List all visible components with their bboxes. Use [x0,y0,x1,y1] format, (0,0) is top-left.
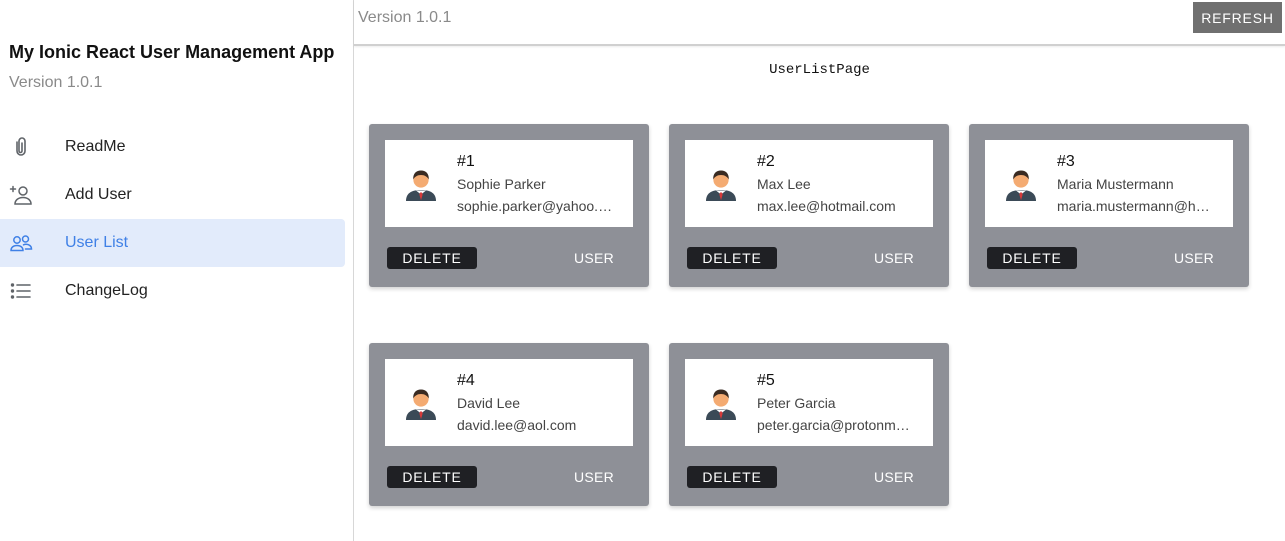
paperclip-icon [0,123,42,171]
user-number: #5 [757,372,775,389]
page-title: UserListPage [769,62,870,78]
user-card-content[interactable]: #3 Maria Mustermann maria.mustermann@hot… [985,140,1233,227]
user-number: #1 [457,153,475,170]
user-button[interactable]: USER [859,466,929,488]
toolbar: Version 1.0.1 REFRESH [354,0,1285,46]
app-title: My Ionic React User Management App [9,42,335,62]
delete-button[interactable]: DELETE [987,247,1077,269]
user-email: maria.mustermann@hotmail.com [1057,198,1217,214]
user-card: #3 Maria Mustermann maria.mustermann@hot… [969,124,1249,287]
user-card-content[interactable]: #2 Max Lee max.lee@hotmail.com [685,140,933,227]
avatar [405,166,437,202]
delete-button[interactable]: DELETE [387,247,477,269]
user-name: Peter Garcia [757,395,836,411]
user-number: #2 [757,153,775,170]
user-name: David Lee [457,395,521,411]
delete-button[interactable]: DELETE [387,466,477,488]
user-card: #2 Max Lee max.lee@hotmail.com DELETE US… [669,124,949,287]
user-button[interactable]: USER [859,247,929,269]
header-version: Version 1.0.1 [358,9,452,26]
sidebar-menu: ReadMe Add User User List ChangeLog [0,123,345,315]
sidebar-item-label: ChangeLog [65,282,148,299]
user-card-content[interactable]: #4 David Lee david.lee@aol.com [385,359,633,446]
sidebar-item-label: Add User [65,186,132,203]
sidebar-item-user-list[interactable]: User List [0,219,345,267]
sidebar-item-label: ReadMe [65,138,126,155]
user-email: max.lee@hotmail.com [757,198,896,214]
refresh-button[interactable]: REFRESH [1193,2,1282,33]
user-email: david.lee@aol.com [457,417,577,433]
user-number: #4 [457,372,475,389]
user-name: Maria Mustermann [1057,176,1174,192]
avatar [705,385,737,421]
user-card-content[interactable]: #5 Peter Garcia peter.garcia@protonmail.… [685,359,933,446]
sidebar-item-add-user[interactable]: Add User [0,171,345,219]
sidebar-item-changelog[interactable]: ChangeLog [0,267,345,315]
user-card: #5 Peter Garcia peter.garcia@protonmail.… [669,343,949,506]
user-button[interactable]: USER [559,466,629,488]
user-card-content[interactable]: #1 Sophie Parker sophie.parker@yahoo.com [385,140,633,227]
user-button[interactable]: USER [1159,247,1229,269]
user-button[interactable]: USER [559,247,629,269]
user-email: sophie.parker@yahoo.com [457,198,617,214]
user-name: Sophie Parker [457,176,546,192]
app-version: Version 1.0.1 [9,74,103,91]
avatar [705,166,737,202]
sidebar-item-readme[interactable]: ReadMe [0,123,345,171]
delete-button[interactable]: DELETE [687,466,777,488]
user-card: #4 David Lee david.lee@aol.com DELETE US… [369,343,649,506]
user-number: #3 [1057,153,1075,170]
sidebar: My Ionic React User Management App Versi… [0,0,354,541]
person-add-icon [0,171,42,219]
people-icon [0,219,42,267]
user-card: #1 Sophie Parker sophie.parker@yahoo.com… [369,124,649,287]
user-name: Max Lee [757,176,811,192]
user-email: peter.garcia@protonmail.com [757,417,917,433]
avatar [1005,166,1037,202]
list-icon [0,267,42,315]
sidebar-item-label: User List [65,234,129,251]
avatar [405,385,437,421]
delete-button[interactable]: DELETE [687,247,777,269]
